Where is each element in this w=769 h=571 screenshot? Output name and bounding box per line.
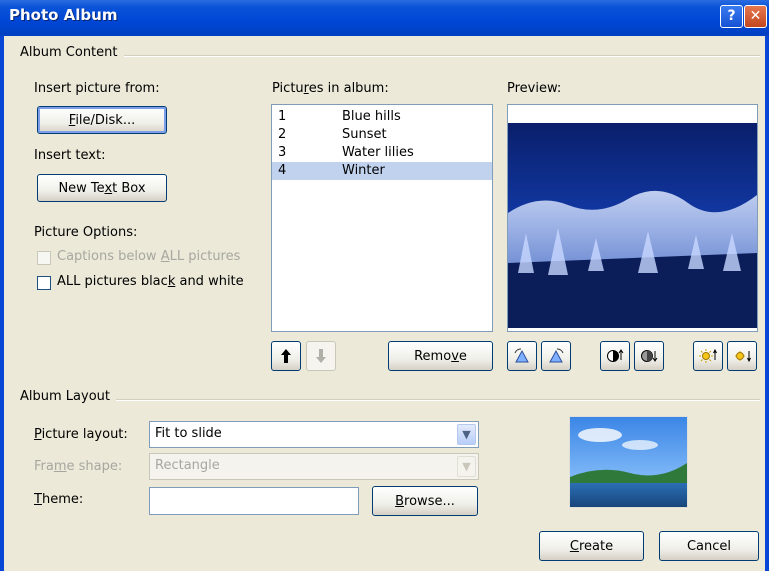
less-brightness-button[interactable]: [727, 341, 757, 371]
more-contrast-button[interactable]: [600, 341, 630, 371]
insert-text-label: Insert text:: [34, 148, 106, 163]
list-item[interactable]: 1 Blue hills: [272, 108, 492, 126]
list-item[interactable]: 2 Sunset: [272, 126, 492, 144]
new-text-box-button[interactable]: New Text Box: [37, 174, 167, 202]
file-disk-button[interactable]: File/Disk...: [37, 106, 167, 134]
brightness-up-icon: [699, 348, 717, 363]
help-button[interactable]: ?: [720, 5, 743, 28]
preview-image: [508, 123, 757, 328]
create-button[interactable]: Create: [539, 531, 644, 561]
rotate-right-icon: [549, 348, 564, 363]
brightness-down-icon: [735, 351, 751, 363]
file-disk-button-label: File/Disk...: [68, 112, 136, 128]
create-button-label: Create: [569, 538, 614, 554]
remove-button-label: Remove: [414, 348, 467, 364]
album-content-divider: [20, 55, 760, 57]
down-arrow-icon: [316, 349, 326, 363]
title-bar: Photo Album ? ✕: [0, 0, 769, 36]
pictures-list[interactable]: 1 Blue hills 2 Sunset 3 Water lilies 4 Winte…: [271, 104, 493, 332]
layout-preview-thumbnail: [569, 416, 688, 508]
rotate-left-button[interactable]: [507, 341, 537, 371]
captions-checkbox[interactable]: [37, 251, 51, 265]
black-and-white-checkbox-label: ALL pictures black and white: [57, 274, 244, 289]
preview-label: Preview:: [507, 81, 562, 96]
list-item[interactable]: 3 Water lilies: [272, 144, 492, 162]
pictures-in-album-label: Pictures in album:: [272, 81, 389, 96]
rotate-right-button[interactable]: [541, 341, 571, 371]
new-text-box-button-label: New Text Box: [58, 180, 146, 196]
less-contrast-button[interactable]: [634, 341, 664, 371]
up-arrow-icon: [281, 349, 291, 363]
chevron-down-icon: ▼: [457, 424, 476, 445]
list-item-selected[interactable]: 4 Winter: [272, 162, 492, 180]
close-button[interactable]: ✕: [744, 5, 767, 28]
more-brightness-button[interactable]: [693, 341, 723, 371]
layout-preview-image: [570, 417, 687, 507]
contrast-up-icon: [607, 349, 624, 362]
frame-shape-value: Rectangle: [155, 458, 220, 473]
picture-layout-value: Fit to slide: [155, 426, 222, 441]
window-border-right: [765, 36, 769, 571]
picture-layout-dropdown[interactable]: Fit to slide ▼: [149, 421, 479, 448]
album-content-group-label: Album Content: [20, 45, 124, 60]
preview-pane: [507, 104, 758, 332]
insert-picture-from-label: Insert picture from:: [34, 81, 160, 96]
captions-checkbox-label: Captions below ALL pictures: [57, 249, 241, 264]
move-down-button[interactable]: [306, 341, 336, 371]
move-up-button[interactable]: [271, 341, 301, 371]
remove-button[interactable]: Remove: [388, 341, 493, 371]
browse-button-label: Browse...: [395, 493, 455, 509]
cancel-button[interactable]: Cancel: [659, 531, 759, 561]
contrast-down-icon: [641, 350, 658, 362]
browse-button[interactable]: Browse...: [372, 486, 478, 516]
window-border-left: [0, 36, 4, 571]
rotate-left-icon: [514, 348, 529, 363]
picture-options-label: Picture Options:: [34, 225, 138, 240]
window-title: Photo Album: [9, 6, 118, 24]
album-layout-group-label: Album Layout: [20, 389, 116, 404]
album-layout-divider: [20, 399, 760, 401]
frame-shape-label: Frame shape:: [34, 459, 123, 474]
theme-input[interactable]: [149, 487, 359, 515]
frame-shape-dropdown[interactable]: Rectangle ▼: [149, 453, 479, 480]
picture-layout-label: Picture layout:: [34, 427, 128, 442]
theme-label: Theme:: [34, 492, 84, 507]
black-and-white-checkbox[interactable]: [37, 276, 51, 290]
chevron-down-icon: ▼: [457, 456, 476, 477]
